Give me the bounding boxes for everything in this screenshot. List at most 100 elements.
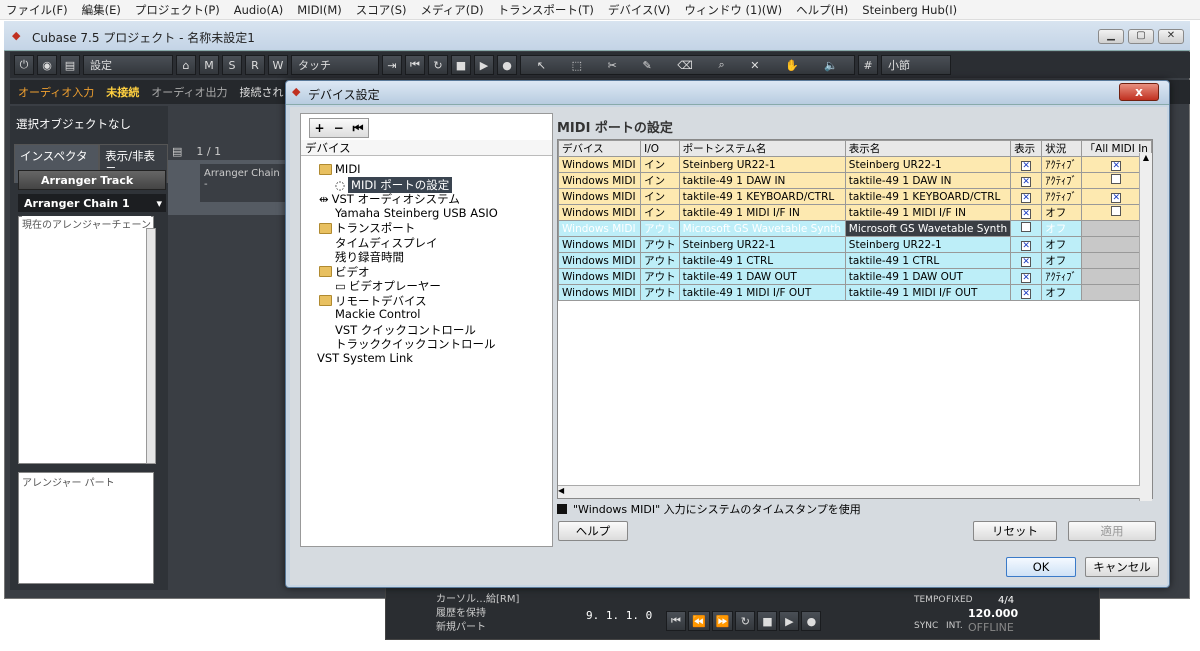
table-row[interactable]: Windows MIDI アウト Steinberg UR22-1 Steinberg… <box>558 236 1152 253</box>
chain-list-scrollbar[interactable] <box>146 228 156 464</box>
menu-item[interactable]: トランスポート(T) <box>498 2 594 18</box>
table-row[interactable]: Windows MIDI イン Steinberg UR22-1 Steinberg … <box>558 156 1152 173</box>
column-header[interactable]: 状況 <box>1041 140 1082 157</box>
snap-icon[interactable]: # <box>858 55 878 75</box>
pointer-tool-icon[interactable]: ↖ <box>537 59 546 72</box>
table-row[interactable]: Windows MIDI イン taktile-49 1 KEYBOARD/CTRL… <box>558 188 1152 205</box>
home-icon[interactable]: ⌂ <box>176 55 196 75</box>
speaker-tool-icon[interactable]: 🔈 <box>824 59 838 72</box>
maximize-button[interactable]: ▢ <box>1128 29 1154 44</box>
state-cell[interactable]: オフ <box>1041 236 1082 253</box>
reset-button[interactable]: リセット <box>973 521 1057 541</box>
state-cell[interactable]: ｱｸﾃｨﾌﾞ <box>1041 156 1082 173</box>
apply-button[interactable]: 適用 <box>1068 521 1156 541</box>
menu-item[interactable]: 編集(E) <box>82 2 121 18</box>
timestamp-option[interactable]: "Windows MIDI" 入力にシステムのタイムスタンプを使用 <box>557 501 861 517</box>
cycle-button[interactable]: ↻ <box>428 55 448 75</box>
tree-item[interactable]: VST System Link <box>317 351 413 365</box>
transport-go-start-button[interactable]: ⏮ <box>666 611 686 631</box>
transport-record-button[interactable]: ● <box>801 611 822 631</box>
show-cell[interactable]: ✕ <box>1010 236 1043 253</box>
window-layout-icon[interactable]: ▤ <box>60 55 80 75</box>
tree-item[interactable]: Yamaha Steinberg USB ASIO <box>335 206 498 220</box>
all-midi-checkbox[interactable] <box>1111 174 1122 184</box>
state-cell[interactable]: オフ <box>1041 204 1082 221</box>
menu-item[interactable]: MIDI(M) <box>297 3 341 17</box>
arranger-chain-event[interactable]: Arranger Chain - <box>200 164 290 202</box>
arranger-chain-select[interactable]: Arranger Chain 1 ▾ <box>18 194 166 212</box>
display-name-cell[interactable]: taktile-49 1 MIDI I/F IN <box>844 204 1012 221</box>
close-window-button[interactable]: ✕ <box>1158 29 1184 44</box>
show-cell[interactable] <box>1010 220 1043 237</box>
sync-button[interactable]: SYNC <box>914 621 938 631</box>
menu-item[interactable]: スコア(S) <box>356 2 407 18</box>
show-checkbox[interactable]: ✕ <box>1021 208 1032 219</box>
display-name-cell[interactable]: Steinberg UR22-1 <box>844 236 1012 253</box>
hand-tool-icon[interactable]: ✋ <box>785 59 799 72</box>
table-horizontal-scrollbar[interactable]: ◀ <box>558 485 1140 498</box>
transport-forward-button[interactable]: ⏩ <box>711 611 734 631</box>
show-checkbox[interactable] <box>1021 222 1032 232</box>
menu-item[interactable]: ヘルプ(H) <box>796 2 848 18</box>
all-midi-checkbox[interactable]: ✕ <box>1111 192 1122 203</box>
transport-cycle-button[interactable]: ↻ <box>735 611 756 631</box>
table-row[interactable]: Windows MIDI アウト Microsoft GS Wavetable Sy… <box>558 220 1152 237</box>
mute-button[interactable]: M <box>199 55 219 75</box>
show-checkbox[interactable]: ✕ <box>1021 192 1032 203</box>
display-name-cell[interactable]: taktile-49 1 DAW IN <box>844 172 1012 189</box>
show-checkbox[interactable]: ✕ <box>1021 288 1032 299</box>
column-header[interactable]: デバイス <box>558 140 642 157</box>
stop-button[interactable]: ■ <box>451 55 471 75</box>
automation-mode-select[interactable]: タッチ <box>291 55 379 75</box>
read-button[interactable]: R <box>245 55 265 75</box>
state-cell[interactable]: オフ <box>1041 284 1082 301</box>
help-button[interactable]: ヘルプ <box>558 521 628 541</box>
state-cell[interactable]: オフ <box>1041 220 1082 237</box>
menu-item[interactable]: ウィンドウ (1)(W) <box>684 2 782 18</box>
add-icon[interactable]: + <box>315 121 325 135</box>
go-start-button[interactable]: ⏮ <box>405 55 425 75</box>
all-midi-checkbox[interactable] <box>1111 206 1122 216</box>
tree-item[interactable]: MIDI <box>319 162 361 176</box>
write-button[interactable]: W <box>268 55 288 75</box>
display-name-cell[interactable]: taktile-49 1 DAW OUT <box>844 268 1012 285</box>
column-header[interactable]: 表示 <box>1010 140 1043 157</box>
show-cell[interactable]: ✕ <box>1010 284 1043 301</box>
remove-icon[interactable]: − <box>334 121 344 135</box>
show-checkbox[interactable]: ✕ <box>1021 160 1032 171</box>
transport-play-button[interactable]: ▶ <box>779 611 800 631</box>
column-header[interactable]: 表示名 <box>844 140 1012 157</box>
arranger-track-header[interactable]: Arranger Track <box>18 170 166 190</box>
current-chain-list[interactable] <box>18 216 154 464</box>
transport-rewind-button[interactable]: ⏪ <box>688 611 710 631</box>
split-tool-icon[interactable]: ✂ <box>608 59 617 72</box>
cancel-button[interactable]: キャンセル <box>1085 557 1159 577</box>
minimize-button[interactable]: ▁ <box>1098 29 1124 44</box>
state-cell[interactable]: オフ <box>1041 252 1082 269</box>
tree-item[interactable]: Mackie Control <box>335 307 420 321</box>
constrain-icon[interactable]: ◉ <box>37 55 57 75</box>
display-name-cell[interactable]: taktile-49 1 KEYBOARD/CTRL <box>844 188 1012 205</box>
show-checkbox[interactable]: ✕ <box>1021 240 1032 251</box>
menu-item[interactable]: ファイル(F) <box>6 2 68 18</box>
table-row[interactable]: Windows MIDI イン taktile-49 1 DAW IN taktile… <box>558 172 1152 189</box>
display-name-cell[interactable]: taktile-49 1 MIDI I/F OUT <box>844 284 1012 301</box>
show-cell[interactable]: ✕ <box>1010 188 1043 205</box>
erase-tool-icon[interactable]: ⌫ <box>677 59 693 72</box>
transport-history-item[interactable]: 履歴を保持 <box>436 607 519 621</box>
dialog-close-button[interactable]: x <box>1119 83 1159 101</box>
show-checkbox[interactable]: ✕ <box>1021 176 1032 187</box>
state-cell[interactable]: ｱｸﾃｨﾌﾞ <box>1041 268 1082 285</box>
display-name-cell[interactable]: Steinberg UR22-1 <box>844 156 1012 173</box>
state-cell[interactable]: ｱｸﾃｨﾌﾞ <box>1041 188 1082 205</box>
range-tool-icon[interactable]: ⬚ <box>572 59 582 72</box>
state-cell[interactable]: ｱｸﾃｨﾌﾞ <box>1041 172 1082 189</box>
display-name-cell[interactable]: Microsoft GS Wavetable Synth <box>844 220 1012 237</box>
record-button[interactable]: ● <box>497 55 517 75</box>
mute-tool-icon[interactable]: ✕ <box>750 59 759 72</box>
display-name-cell[interactable]: taktile-49 1 CTRL <box>844 252 1012 269</box>
show-checkbox[interactable]: ✕ <box>1021 256 1032 267</box>
table-vertical-scrollbar[interactable]: ▲ <box>1139 153 1152 501</box>
show-cell[interactable]: ✕ <box>1010 204 1043 221</box>
transport-stop-button[interactable]: ■ <box>757 611 778 631</box>
